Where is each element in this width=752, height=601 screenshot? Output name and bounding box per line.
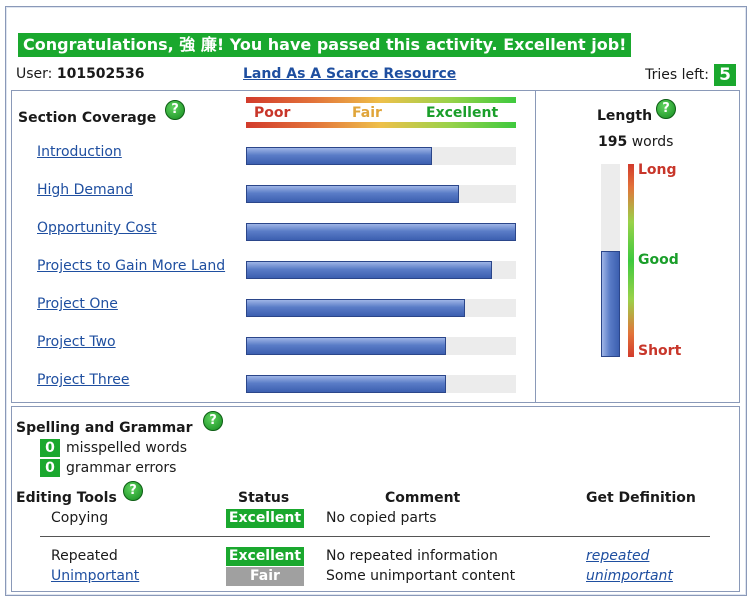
tries-label: Tries left: [645,67,709,83]
coverage-bar-track [246,261,516,279]
tries-count: 5 [714,64,736,86]
definition-link-repeated[interactable]: repeated [586,548,649,564]
editing-tools-title: Editing Tools [16,490,117,506]
coverage-bar-fill [246,337,446,355]
activity-title-link[interactable]: Land As A Scarce Resource [243,66,456,82]
help-icon[interactable]: ? [123,481,143,501]
length-good-label: Good [638,252,679,268]
coverage-bar-track [246,299,516,317]
coverage-bar-fill [246,299,465,317]
misspelled-row: 0 misspelled words [40,439,187,457]
section-link[interactable]: High Demand [37,182,133,198]
scale-fair: Fair [352,105,382,121]
definition-column-header: Get Definition [586,490,696,506]
comment-column-header: Comment [385,490,461,506]
status-badge: Excellent [226,547,304,566]
section-link[interactable]: Project One [37,296,118,312]
word-count-unit: words [631,134,674,150]
coverage-bar-fill [246,185,459,203]
help-icon[interactable]: ? [165,100,185,120]
section-coverage-title: Section Coverage [18,110,157,126]
length-short-label: Short [638,343,682,359]
coverage-bar-track [246,223,516,241]
scale-bar-top [246,97,516,103]
tool-unimportant-link[interactable]: Unimportant [51,568,139,584]
tool-comment: No repeated information [326,548,498,564]
spelling-title: Spelling and Grammar [16,420,193,436]
length-meter-fill [601,251,620,357]
status-badge: Excellent [226,509,304,528]
tries-left: Tries left: 5 [645,64,736,86]
tool-comment: No copied parts [326,510,437,526]
help-icon[interactable]: ? [203,411,223,431]
scale-excellent: Excellent [426,105,499,121]
section-link[interactable]: Project Three [37,372,129,388]
definition-link-unimportant[interactable]: unimportant [586,568,673,584]
coverage-bar-fill [246,223,516,241]
user-label: User: [16,66,53,82]
coverage-bar-fill [246,147,432,165]
tool-comment: Some unimportant content [326,568,516,584]
misspelled-label: misspelled words [66,440,188,456]
tool-repeated: Repeated [51,548,118,564]
status-badge: Fair [226,567,304,586]
misspelled-count: 0 [40,439,60,457]
section-link[interactable]: Projects to Gain More Land [37,258,225,274]
user-id: 101502536 [56,66,145,82]
length-scale [628,164,634,357]
coverage-bar-track [246,375,516,393]
section-link[interactable]: Opportunity Cost [37,220,157,236]
coverage-scale: Poor Fair Excellent [246,97,516,128]
length-long-label: Long [638,162,677,178]
length-title: Length [597,108,653,124]
word-count-value: 195 [598,134,628,150]
scale-poor: Poor [254,105,291,121]
panel-divider [535,90,536,403]
user-info: User: 101502536 [16,66,145,82]
coverage-bar-fill [246,375,446,393]
coverage-bar-track [246,147,516,165]
section-link[interactable]: Introduction [37,144,122,160]
word-count: 195 words [598,134,673,150]
scale-bar-bottom [246,122,516,128]
table-divider [40,536,710,537]
grammar-count: 0 [40,459,60,477]
help-icon[interactable]: ? [656,99,676,119]
coverage-bar-track [246,337,516,355]
length-meter [601,164,620,357]
grammar-row: 0 grammar errors [40,459,176,477]
congrats-banner: Congratulations, 強 廉! You have passed th… [18,33,632,57]
tool-copying: Copying [51,510,109,526]
coverage-bar-fill [246,261,492,279]
coverage-bar-track [246,185,516,203]
grammar-label: grammar errors [66,460,177,476]
section-link[interactable]: Project Two [37,334,116,350]
status-column-header: Status [238,490,290,506]
